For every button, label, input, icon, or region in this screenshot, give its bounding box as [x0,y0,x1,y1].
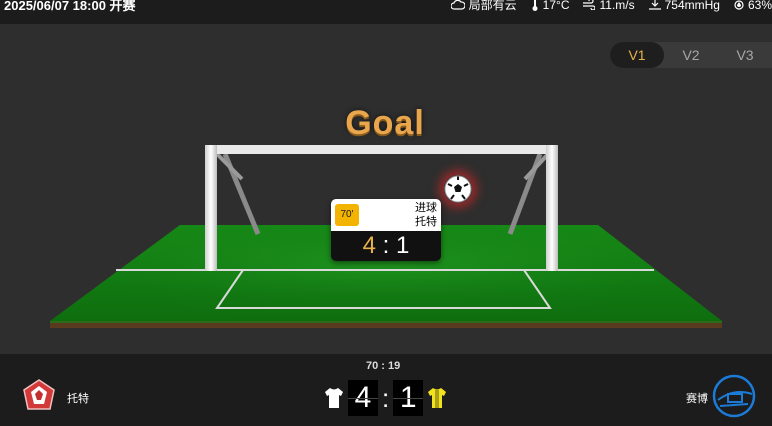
humidity-icon [734,0,744,10]
away-team-name: 赛博 [686,393,708,405]
soccer-ball-icon [444,175,472,203]
scoreboard-bar: 70 : 19 托特 4 : 1 赛博 [0,354,772,426]
weather-humidity: 63% [734,0,772,12]
version-switcher: V1 V2 V3 [610,42,772,68]
wind-icon [583,0,596,10]
home-score: 4 [348,380,378,416]
event-team: 托特 [415,216,437,228]
away-kit-icon [428,388,447,408]
weather-pressure: 754mmHg [648,0,720,12]
top-bar: 2025/06/07 18:00 开赛 局部有云 17°C 11.m/s 754… [0,0,772,24]
match-animation-stage: Goal V1 V2 V3 70' 进球 托特 4 : 1 [0,24,772,354]
goal-crossbar [205,145,558,154]
pitch-graphic [50,145,722,328]
weather-condition: 局部有云 [450,0,517,13]
event-type: 进球 [415,202,437,214]
weather-panel: 局部有云 17°C 11.m/s 754mmHg 63% [450,0,772,13]
home-kit-icon [325,388,343,408]
away-team-logo [712,374,756,418]
home-team-logo [23,379,55,410]
version-tab-v2[interactable]: V2 [664,42,718,68]
pressure-icon [648,0,661,10]
cloud-icon [450,0,465,10]
home-team-name: 托特 [67,393,89,405]
score-separator: : [382,383,390,413]
weather-temperature: 17°C [531,0,569,12]
event-description: 进球 托特 [415,201,437,229]
version-tab-v3[interactable]: V3 [718,42,772,68]
thermometer-icon [532,0,538,11]
match-datetime: 2025/06/07 18:00 开赛 [4,0,136,13]
weather-wind: 11.m/s [583,0,635,12]
match-clock: 70 : 19 [366,360,401,372]
goal-post-right [546,145,558,271]
event-card-score: 4 : 1 [331,231,441,261]
event-score-separator: : [382,232,390,259]
event-away-score: 1 [396,232,410,259]
event-card-header: 70' 进球 托特 [331,199,441,231]
version-tab-v1[interactable]: V1 [610,42,664,68]
event-minute-badge: 70' [335,204,359,226]
goal-title: Goal [345,104,425,142]
away-score: 1 [393,380,424,416]
scoreboard: 4 : 1 [324,380,447,416]
goal-event-card: 70' 进球 托特 4 : 1 [331,199,441,261]
goal-post-left [205,145,217,271]
event-home-score: 4 [362,232,376,259]
